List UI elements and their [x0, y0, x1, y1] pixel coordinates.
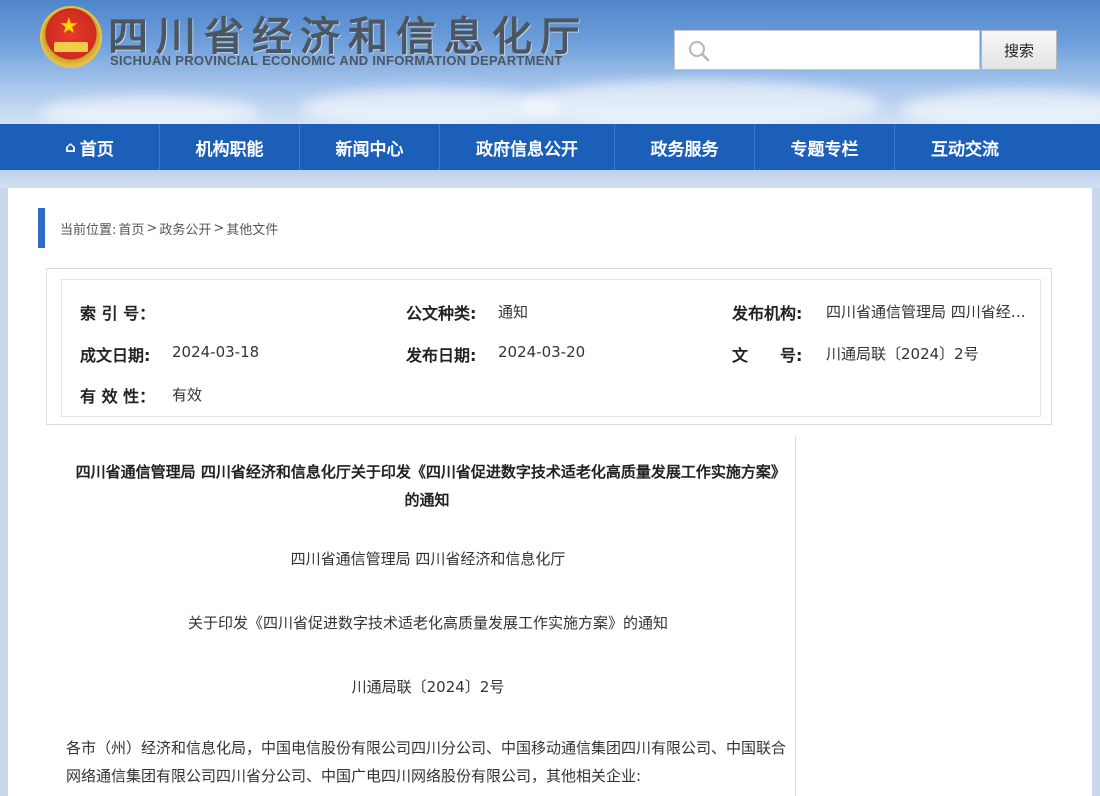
search-box[interactable]	[674, 30, 980, 70]
publisher-label: 发布机构:	[732, 304, 803, 323]
doc-number-label: 文 号:	[732, 346, 803, 365]
validity-value: 有效	[172, 386, 203, 404]
doc-type-label: 公文种类:	[406, 304, 477, 323]
doc-number-value: 川通局联〔2024〕2号	[826, 345, 979, 363]
publisher-value: 四川省通信管理局 四川省经…	[826, 303, 1026, 321]
breadcrumb-item-other-files[interactable]: 其他文件	[226, 219, 278, 238]
document-title: 四川省通信管理局 四川省经济和信息化厅关于印发《四川省促进数字技术适老化高质量发…	[75, 463, 779, 509]
search-icon	[689, 41, 710, 62]
breadcrumb: 当前位置: 首页 > 政务公开 > 其他文件	[38, 208, 279, 248]
nav-item-label: 互动交流	[931, 139, 999, 160]
validity-label: 有 效 性：	[80, 387, 156, 406]
site-header: ★ 四川省经济和信息化厅 SICHUAN PROVINCIAL ECONOMIC…	[0, 0, 1100, 124]
cloud-decoration	[40, 96, 260, 124]
nav-item-news[interactable]: 新闻中心	[300, 124, 440, 170]
search-button[interactable]: 搜索	[981, 30, 1057, 70]
nav-item-label: 政府信息公开	[476, 139, 578, 160]
nav-item-label: 首页	[79, 139, 114, 160]
cloud-decoration	[900, 90, 1100, 124]
search-input[interactable]	[719, 35, 973, 65]
national-emblem-icon: ★	[40, 6, 102, 68]
home-icon: ⌂	[65, 138, 76, 156]
index-label: 索 引 号：	[80, 304, 156, 323]
nav-item-topics[interactable]: 专题专栏	[755, 124, 895, 170]
nav-item-services[interactable]: 政务服务	[615, 124, 755, 170]
created-date-value: 2024-03-18	[172, 343, 260, 361]
breadcrumb-separator: >	[213, 220, 225, 236]
breadcrumb-item-home[interactable]: 首页	[118, 219, 144, 238]
document-number: 川通局联〔2024〕2号	[351, 678, 505, 696]
nav-item-home[interactable]: ⌂ 首页	[20, 124, 160, 170]
nav-item-gov-info[interactable]: 政府信息公开	[440, 124, 615, 170]
document-recipients: 各市（州）经济和信息化局，中国电信股份有限公司四川分公司、中国移动通信集团四川有…	[66, 739, 787, 785]
created-date-label: 成文日期:	[80, 346, 151, 365]
document-info-table: 索 引 号： 公文种类: 通知 发布机构: 四川省通信管理局 四川省经… 成文日…	[61, 279, 1041, 417]
breadcrumb-separator: >	[146, 220, 158, 236]
published-date-value: 2024-03-20	[498, 343, 586, 361]
nav-item-label: 新闻中心	[335, 139, 404, 160]
document-issuer: 四川省通信管理局 四川省经济和信息化厅	[290, 550, 566, 568]
main-nav: ⌂ 首页 机构职能 新闻中心 政府信息公开 政务服务 专题专栏 互动交流	[0, 124, 1100, 170]
main-content: 当前位置: 首页 > 政务公开 > 其他文件 索 引 号： 公文种类: 通知 发…	[8, 188, 1092, 796]
document-info-panel: 索 引 号： 公文种类: 通知 发布机构: 四川省通信管理局 四川省经… 成文日…	[46, 268, 1052, 425]
published-date-label: 发布日期:	[406, 346, 477, 365]
document-body: 四川省通信管理局 四川省经济和信息化厅关于印发《四川省促进数字技术适老化高质量发…	[60, 436, 796, 796]
breadcrumb-item-gov-affairs[interactable]: 政务公开	[159, 219, 211, 238]
document-subject: 关于印发《四川省促进数字技术适老化高质量发展工作实施方案》的通知	[187, 614, 668, 632]
nav-item-interaction[interactable]: 互动交流	[895, 124, 1035, 170]
site-subtitle: SICHUAN PROVINCIAL ECONOMIC AND INFORMAT…	[110, 53, 563, 68]
nav-item-label: 专题专栏	[790, 139, 859, 160]
breadcrumb-prefix: 当前位置:	[60, 222, 117, 238]
nav-item-label: 机构职能	[195, 139, 264, 160]
doc-type-value: 通知	[498, 303, 529, 321]
nav-divider	[0, 170, 1100, 188]
cloud-decoration	[520, 80, 880, 124]
nav-item-label: 政务服务	[650, 139, 719, 160]
nav-item-organization[interactable]: 机构职能	[160, 124, 300, 170]
